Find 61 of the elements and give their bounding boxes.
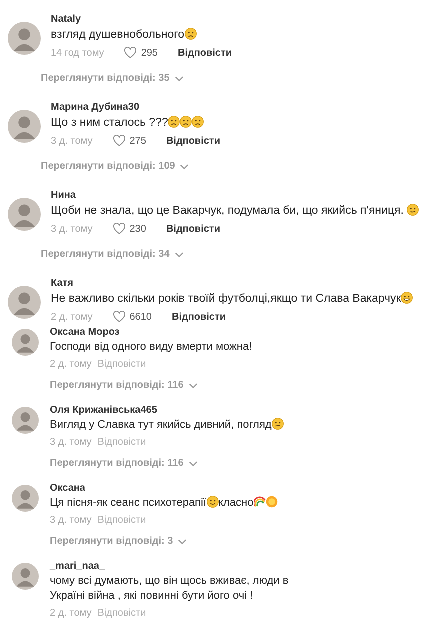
username[interactable]: Оксана: [50, 483, 420, 494]
comment-text: чому всі думають, що він щось вживає, люди в Україні війна , які повинні бути його очі !: [50, 575, 289, 602]
comment-text: Господи від одного виду вмерти можна!: [50, 341, 252, 353]
avatar-icon[interactable]: [12, 407, 39, 434]
reply-link[interactable]: Відповісти: [172, 312, 226, 322]
chevron-down-icon: [188, 382, 198, 388]
heart-icon[interactable]: [124, 47, 138, 59]
emoji-face-icon: [272, 418, 284, 430]
reply-link[interactable]: Відповісти: [178, 48, 232, 58]
comment-text: Щоби не знала, що це Вакарчук, подумала би, що якийсь п'яниця.: [51, 205, 405, 217]
avatar-icon[interactable]: [8, 110, 41, 143]
timestamp: 3 д. тому: [51, 224, 93, 234]
comment-text: класно: [218, 497, 254, 509]
timestamp: 3 д. тому: [50, 437, 92, 448]
username[interactable]: Nataly: [51, 14, 420, 25]
username[interactable]: Марина Дубина30: [51, 102, 420, 113]
emoji-face-icon: [206, 496, 219, 508]
avatar-icon[interactable]: [12, 563, 39, 590]
comment-text: взгляд душевнобольного: [51, 29, 184, 41]
comment-text: Ця пісня-як сеанс психотерапії: [50, 497, 207, 509]
chevron-down-icon: [188, 460, 198, 466]
emoji-face-icon: [401, 292, 414, 304]
heart-icon[interactable]: [112, 135, 126, 147]
timestamp: 3 д. тому: [50, 515, 92, 526]
avatar-icon[interactable]: [8, 286, 41, 319]
heart-icon[interactable]: [112, 223, 126, 235]
comment-text: Вигляд у Славка тут якийсь дивний, погляд: [50, 419, 272, 431]
chevron-down-icon: [178, 538, 188, 544]
timestamp: 14 год тому: [51, 48, 104, 58]
heart-icon[interactable]: [112, 311, 126, 323]
emoji-face-icon: [168, 116, 180, 128]
emoji-face-icon: [184, 28, 196, 40]
chevron-down-icon: [174, 252, 184, 258]
emoji-face-icon: [407, 204, 420, 216]
timestamp: 2 д. тому: [50, 359, 92, 370]
sun-icon: [266, 496, 278, 508]
rainbow-icon: [254, 496, 266, 508]
avatar-icon[interactable]: [8, 22, 41, 55]
avatar-icon[interactable]: [8, 198, 41, 231]
comment-text: Не важливо скільки років твоїй футболці,якщо ти Слава Вакарчук: [51, 293, 402, 305]
like-count: 6610: [130, 312, 152, 322]
emoji-face-icon: [180, 116, 192, 128]
comment-text: Що з ним сталось ???: [51, 117, 168, 129]
username[interactable]: Оля Крижанівська465: [50, 405, 420, 416]
emoji-face-icon: [192, 116, 204, 128]
avatar-icon[interactable]: [12, 485, 39, 512]
reply-link[interactable]: Відповісти: [166, 136, 220, 146]
chevron-down-icon: [174, 76, 184, 82]
avatar-icon[interactable]: [12, 329, 39, 356]
timestamp: 2 д. тому: [51, 312, 93, 322]
like-count: 275: [130, 136, 146, 146]
timestamp: 2 д. тому: [50, 608, 92, 619]
username[interactable]: Нина: [51, 190, 420, 201]
chevron-down-icon: [180, 164, 190, 170]
reply-link[interactable]: Відповісти: [166, 224, 220, 234]
like-count: 230: [130, 224, 146, 234]
username[interactable]: Катя: [51, 278, 420, 289]
username[interactable]: Оксана Мороз: [50, 327, 420, 338]
username[interactable]: _mari_naa_: [50, 561, 420, 572]
like-count: 295: [141, 48, 158, 58]
timestamp: 3 д. тому: [51, 136, 93, 146]
